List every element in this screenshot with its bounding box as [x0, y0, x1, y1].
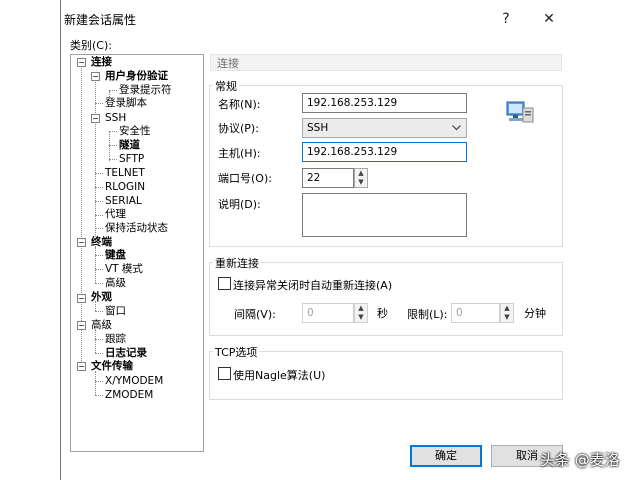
tree-item-keyboard[interactable]: 键盘	[105, 249, 126, 262]
interval-field[interactable]: 0	[302, 303, 354, 323]
arrow-up-icon[interactable]: ▲	[501, 304, 513, 313]
chevron-down-icon	[452, 125, 461, 131]
limit-field[interactable]: 0	[451, 303, 500, 323]
collapse-icon[interactable]: −	[77, 238, 86, 247]
close-button[interactable]: ✕	[536, 7, 562, 31]
dialog-left-border	[60, 0, 61, 480]
collapse-icon[interactable]: −	[77, 294, 86, 303]
tree-item-connection[interactable]: 连接	[91, 56, 112, 69]
tree-item-advanced[interactable]: 高级	[91, 319, 112, 332]
tree-item-telnet[interactable]: TELNET	[105, 167, 145, 180]
tree-item-rlogin[interactable]: RLOGIN	[105, 181, 145, 194]
description-label: 说明(D):	[218, 198, 261, 211]
auto-reconnect-label[interactable]: 连接异常关闭时自动重新连接(A)	[233, 277, 392, 293]
tree-item-vt-mode[interactable]: VT 模式	[105, 263, 143, 276]
arrow-down-icon[interactable]: ▼	[355, 313, 367, 322]
panel-header: 连接	[210, 54, 562, 71]
tree-item-keepalive[interactable]: 保持活动状态	[105, 222, 168, 235]
name-field[interactable]: 192.168.253.129	[302, 93, 467, 113]
reconnect-group	[209, 262, 563, 336]
tree-item-login-script[interactable]: 登录脚本	[105, 97, 147, 110]
protocol-label: 协议(P):	[218, 122, 259, 135]
help-button[interactable]: ?	[493, 7, 519, 31]
tree-item-sftp[interactable]: SFTP	[119, 153, 144, 166]
arrow-up-icon[interactable]: ▲	[355, 169, 367, 178]
watermark: 头条 @麦洛	[540, 451, 620, 469]
seconds-label: 秒	[377, 307, 388, 320]
name-label: 名称(N):	[218, 98, 261, 111]
auto-reconnect-checkbox[interactable]	[218, 277, 231, 290]
interval-label: 间隔(V):	[234, 308, 276, 321]
tree-item-zmodem[interactable]: ZMODEM	[105, 389, 153, 402]
collapse-icon[interactable]: −	[77, 321, 86, 330]
arrow-down-icon[interactable]: ▼	[355, 178, 367, 187]
nagle-label[interactable]: 使用Nagle算法(U)	[233, 367, 325, 383]
tree-item-logging[interactable]: 日志记录	[105, 347, 147, 360]
category-tree[interactable]: − − − − − − − 连接 用户身份验证 登录提示符 登录脚本 SSH 安…	[70, 54, 204, 452]
collapse-icon[interactable]: −	[77, 58, 86, 67]
tree-item-terminal[interactable]: 终端	[91, 236, 112, 249]
port-field[interactable]: 22	[302, 168, 354, 188]
minutes-label: 分钟	[524, 307, 546, 320]
host-label: 主机(H):	[218, 147, 261, 160]
collapse-icon[interactable]: −	[77, 362, 86, 371]
tree-item-serial[interactable]: SERIAL	[105, 195, 142, 208]
tree-item-terminal-advanced[interactable]: 高级	[105, 277, 126, 290]
tcp-group-title: TCP选项	[213, 344, 260, 360]
interval-spinner[interactable]: ▲ ▼	[354, 303, 368, 323]
tree-item-security[interactable]: 安全性	[119, 125, 151, 138]
reconnect-group-title: 重新连接	[213, 255, 261, 271]
tree-item-proxy[interactable]: 代理	[105, 208, 126, 221]
tree-item-window[interactable]: 窗口	[105, 305, 126, 318]
tree-item-trace[interactable]: 跟踪	[105, 333, 126, 346]
dialog-title: 新建会话属性	[64, 13, 137, 27]
protocol-select[interactable]: SSH	[302, 118, 467, 138]
arrow-down-icon[interactable]: ▼	[501, 313, 513, 322]
collapse-icon[interactable]: −	[91, 72, 100, 81]
tree-item-ssh[interactable]: SSH	[105, 112, 126, 125]
ok-button[interactable]: 确定	[410, 445, 482, 467]
port-spinner[interactable]: ▲ ▼	[354, 168, 368, 188]
protocol-selected-value: SSH	[307, 122, 329, 134]
general-group-title: 常规	[213, 78, 239, 94]
tree-item-auth[interactable]: 用户身份验证	[105, 70, 168, 83]
nagle-checkbox[interactable]	[218, 367, 231, 380]
limit-label: 限制(L):	[407, 308, 448, 321]
tree-item-tunnel[interactable]: 隧道	[119, 139, 140, 152]
description-field[interactable]	[302, 193, 467, 237]
tree-item-file-transfer[interactable]: 文件传输	[91, 360, 133, 373]
tree-item-appearance[interactable]: 外观	[91, 291, 112, 304]
category-label: 类别(C):	[70, 39, 112, 52]
network-session-icon	[506, 101, 534, 123]
port-label: 端口号(O):	[218, 172, 272, 185]
host-field[interactable]: 192.168.253.129	[302, 142, 467, 162]
collapse-icon[interactable]: −	[91, 114, 100, 123]
arrow-up-icon[interactable]: ▲	[355, 304, 367, 313]
limit-spinner[interactable]: ▲ ▼	[500, 303, 514, 323]
tree-item-xymodem[interactable]: X/YMODEM	[105, 375, 163, 388]
tree-item-login-prompt[interactable]: 登录提示符	[119, 84, 172, 97]
